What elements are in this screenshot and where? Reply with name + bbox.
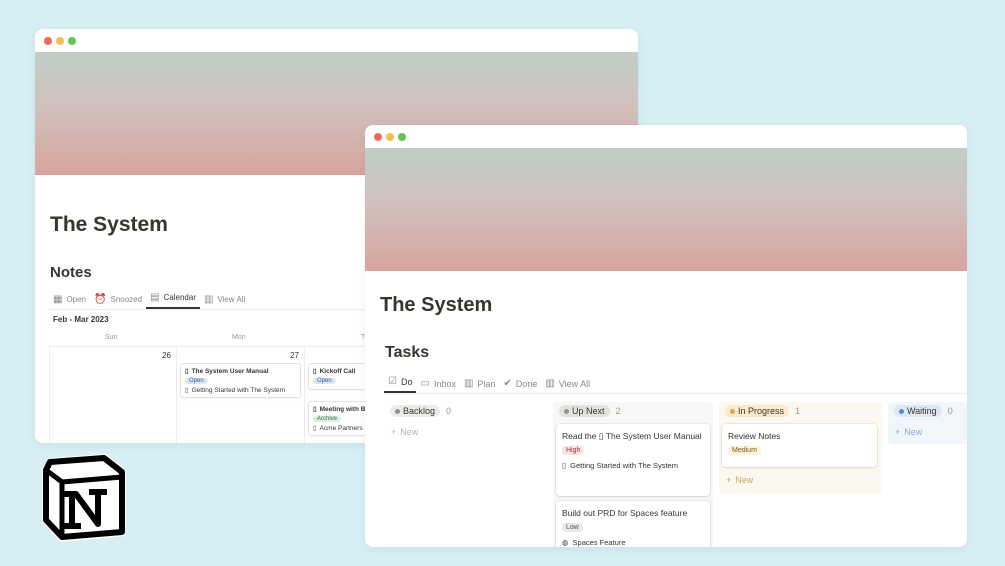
minimize-window-button[interactable] [386, 133, 394, 141]
calendar-card[interactable]: ▯ Meeting with B Archive ▯ Acme Partners [308, 401, 372, 436]
table-icon: ▥ [204, 294, 214, 305]
view-tabs: ☑ Do ▭ Inbox ▥ Plan ✔ Done ▥ View All [384, 373, 594, 393]
minimize-window-button[interactable] [56, 37, 64, 45]
tab-do[interactable]: ☑ Do [384, 376, 417, 393]
status-badge: Open [185, 378, 208, 384]
calendar-range: Feb - Mar 2023 [53, 315, 109, 324]
page-icon: ▯ [598, 431, 604, 441]
calendar-card[interactable]: ▯ The System User Manual Open ▯ Getting St… [180, 363, 301, 398]
status-dot [730, 408, 735, 414]
column-label[interactable]: Waiting [894, 405, 942, 417]
close-window-button[interactable] [374, 133, 382, 141]
check-circle-icon: ✔ [503, 378, 512, 389]
status-dot [395, 408, 400, 414]
status-dot [899, 408, 904, 414]
view-tabs: ▦ Open ⏰ Snoozed ▤ Calendar ▥ View All [49, 291, 249, 309]
board-column-backlog: Backlog 0 + New [384, 402, 544, 547]
alarm-icon: ⏰ [94, 294, 107, 305]
notion-logo-icon [42, 454, 126, 542]
day-number: 27 [290, 351, 299, 360]
page-cover [365, 148, 967, 271]
calendar-cell[interactable]: 26 [49, 346, 176, 443]
task-card[interactable]: Read the ▯ The System User Manual High ▯… [556, 424, 710, 496]
page-icon: ▯ [313, 406, 317, 413]
tab-inbox[interactable]: ▭ Inbox [416, 378, 459, 393]
tab-plan[interactable]: ▥ Plan [460, 378, 499, 393]
related-page[interactable]: Spaces Feature [573, 538, 626, 547]
maximize-window-button[interactable] [398, 133, 406, 141]
maximize-window-button[interactable] [68, 37, 76, 45]
calendar-icon: ▤ [150, 292, 160, 303]
page-title: The System [50, 213, 168, 236]
page-icon: ▯ [313, 425, 317, 432]
column-label[interactable]: Backlog [390, 405, 441, 417]
column-count: 0 [446, 406, 452, 416]
board-column-up-next: Up Next 2 Read the ▯ The System User Man… [553, 402, 713, 547]
tasks-window: The System Tasks ☑ Do ▭ Inbox ▥ Plan ✔ Done … [365, 125, 967, 547]
column-label[interactable]: In Progress [725, 405, 790, 417]
calendar-cell[interactable]: 27 ▯ The System User Manual Open ▯ Getting… [176, 346, 304, 443]
new-card-button[interactable]: + New [895, 427, 922, 437]
table-icon: ▥ [463, 378, 474, 389]
page-icon: ▯ [185, 368, 189, 375]
task-card[interactable]: Review Notes Medium [722, 424, 877, 467]
priority-tag: Medium [728, 446, 761, 455]
check-square-icon: ☑ [388, 376, 397, 387]
tab-view-all[interactable]: ▥ View All [541, 378, 594, 393]
page-icon: ▯ [185, 387, 189, 394]
board-column-waiting: Waiting 0 + New [888, 402, 967, 444]
column-label[interactable]: Up Next [559, 405, 610, 417]
tab-done[interactable]: ✔ Done [499, 378, 541, 393]
priority-tag: High [562, 446, 585, 455]
window-titlebar [365, 125, 967, 148]
day-header-mon: Mon [232, 334, 246, 341]
section-heading: Tasks [385, 344, 430, 361]
page-icon: ▯ [562, 461, 567, 470]
new-card-button[interactable]: + New [726, 475, 753, 485]
globe-icon: ◍ [562, 538, 569, 547]
column-count: 2 [615, 406, 621, 416]
inbox-icon: ▭ [420, 378, 430, 389]
page-title: The System [380, 294, 493, 316]
status-badge: Open [313, 378, 336, 384]
tab-calendar[interactable]: ▤ Calendar [146, 292, 200, 309]
tabs-divider [49, 309, 369, 310]
board-column-in-progress: In Progress 1 Review Notes Medium + New [719, 402, 882, 494]
day-number: 26 [162, 351, 171, 360]
status-dot [564, 408, 569, 414]
priority-tag: Low [562, 523, 583, 532]
plus-icon: + [726, 475, 732, 485]
close-window-button[interactable] [44, 37, 52, 45]
column-count: 1 [795, 406, 801, 416]
window-titlebar [35, 29, 638, 52]
calendar-cell[interactable]: ▯ Kickoff Call Open ▯ Meeting with B Archi… [304, 346, 374, 443]
tab-snoozed[interactable]: ⏰ Snoozed [90, 294, 146, 309]
day-header-sun: Sun [105, 334, 118, 341]
section-heading: Notes [50, 264, 92, 281]
calendar-card[interactable]: ▯ Kickoff Call Open [308, 363, 372, 390]
plus-icon: + [895, 427, 901, 437]
tab-open[interactable]: ▦ Open [49, 294, 90, 309]
task-card[interactable]: Build out PRD for Spaces feature Low ◍ Sp… [556, 501, 710, 547]
status-badge: Archive [313, 416, 342, 422]
tab-view-all[interactable]: ▥ View All [200, 294, 249, 309]
tabs-divider [384, 393, 967, 394]
plus-icon: + [391, 427, 397, 437]
new-card-button[interactable]: + New [391, 427, 418, 437]
table-icon: ▥ [545, 378, 555, 389]
grid-icon: ▦ [53, 294, 63, 305]
related-page[interactable]: Getting Started with The System [570, 461, 678, 470]
page-icon: ▯ [313, 368, 317, 375]
column-count: 0 [947, 406, 953, 416]
